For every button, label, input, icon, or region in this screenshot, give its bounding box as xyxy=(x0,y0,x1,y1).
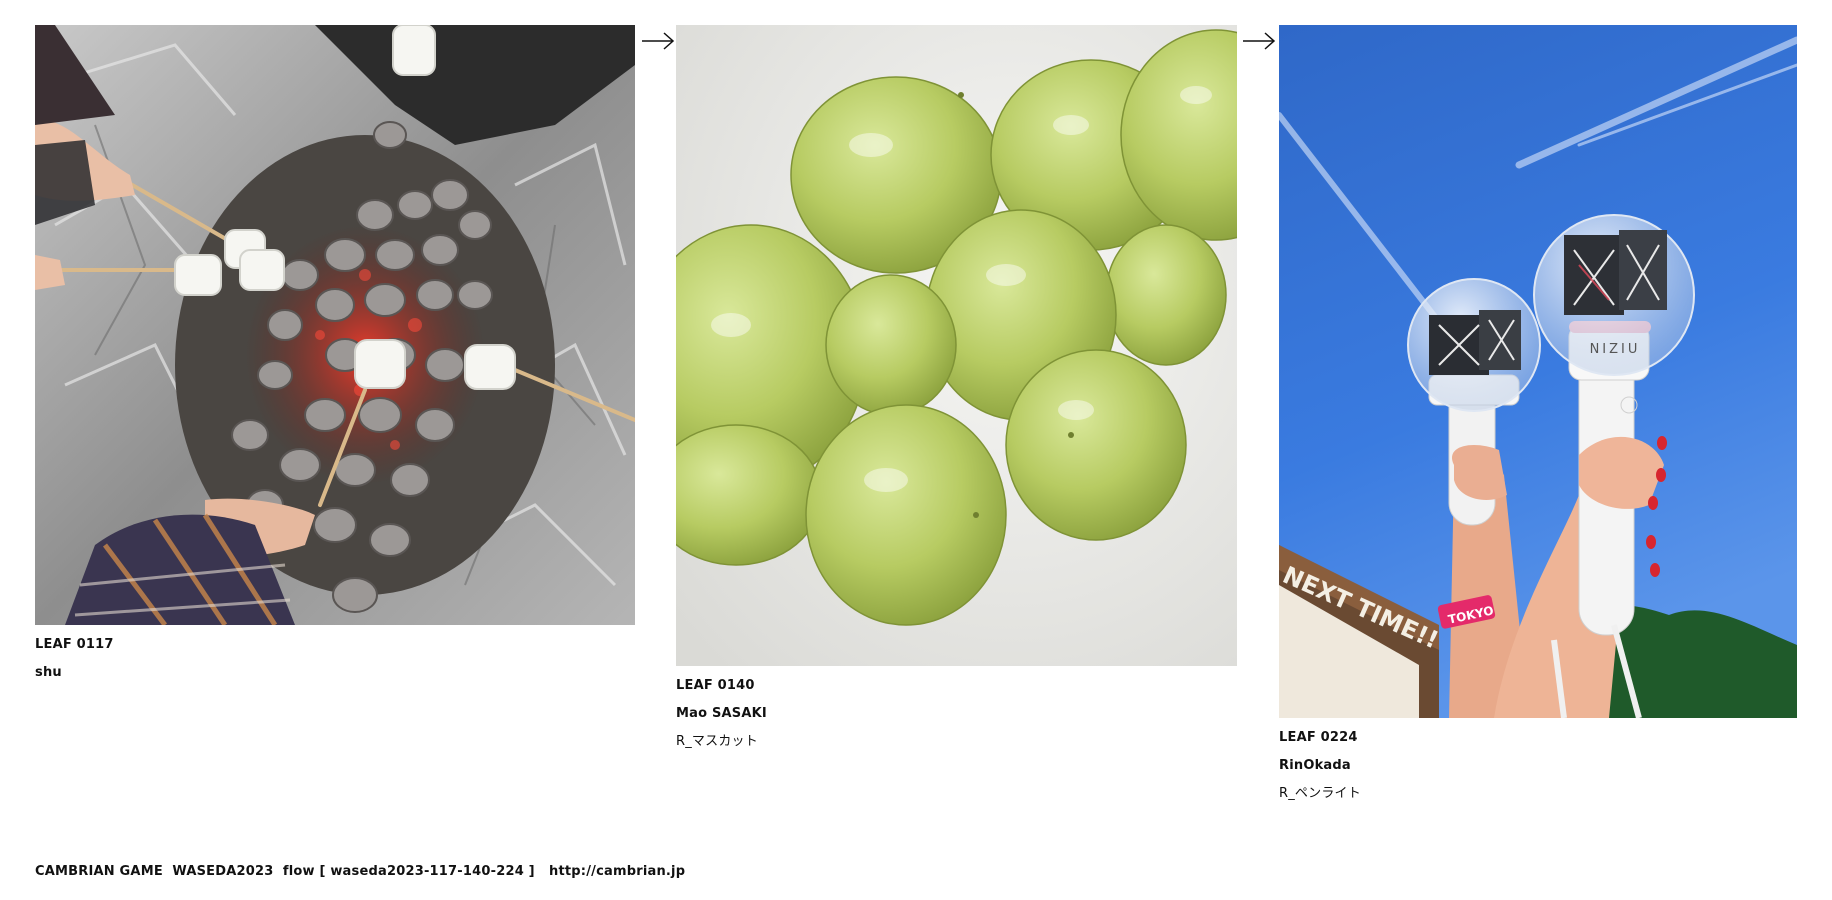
penlight-brand-text: NIZIU xyxy=(1590,342,1641,357)
leaf-card-0117: LEAF 0117 shu xyxy=(35,25,635,687)
leaf-author[interactable]: shu xyxy=(35,659,635,687)
leaf-author[interactable]: RinOkada xyxy=(1279,752,1797,780)
leaf-author[interactable]: Mao SASAKI xyxy=(676,700,1237,728)
leaf-card-0224: NEXT TIME!! TOKYO NIZIU LEAF 0224 RinOka… xyxy=(1279,25,1797,808)
leaf-number[interactable]: LEAF 0140 xyxy=(676,672,1237,700)
leaf-caption: LEAF 0224 RinOkada R_ペンライト xyxy=(1279,724,1797,808)
leaf-title[interactable]: R_ペンライト xyxy=(1279,780,1797,808)
green-grapes-photo xyxy=(676,25,1237,666)
leaf-caption: LEAF 0140 Mao SASAKI R_マスカット xyxy=(676,672,1237,756)
leaf-number[interactable]: LEAF 0224 xyxy=(1279,724,1797,752)
penlights-sky-photo: NEXT TIME!! TOKYO NIZIU xyxy=(1279,25,1797,718)
right-arrow-icon xyxy=(1243,32,1276,50)
leaf-photo-0117[interactable] xyxy=(35,25,635,625)
leaf-card-0140: LEAF 0140 Mao SASAKI R_マスカット xyxy=(676,25,1237,756)
footer-link[interactable]: http://cambrian.jp xyxy=(549,864,685,879)
leaf-caption: LEAF 0117 shu xyxy=(35,631,635,687)
leaf-photo-0224[interactable]: NEXT TIME!! TOKYO NIZIU xyxy=(1279,25,1797,718)
right-arrow-icon xyxy=(642,32,675,50)
leaf-photo-0140[interactable] xyxy=(676,25,1237,666)
leaf-number[interactable]: LEAF 0117 xyxy=(35,631,635,659)
marshmallows-over-charcoal-photo xyxy=(35,25,635,625)
footer-label: CAMBRIAN GAME WASEDA2023 flow [ waseda20… xyxy=(35,864,535,879)
leaf-title[interactable]: R_マスカット xyxy=(676,728,1237,756)
footer: CAMBRIAN GAME WASEDA2023 flow [ waseda20… xyxy=(35,864,685,879)
flow-page: LEAF 0117 shu LEAF 0140 Mao SASAKI R_マスカ… xyxy=(0,0,1832,900)
